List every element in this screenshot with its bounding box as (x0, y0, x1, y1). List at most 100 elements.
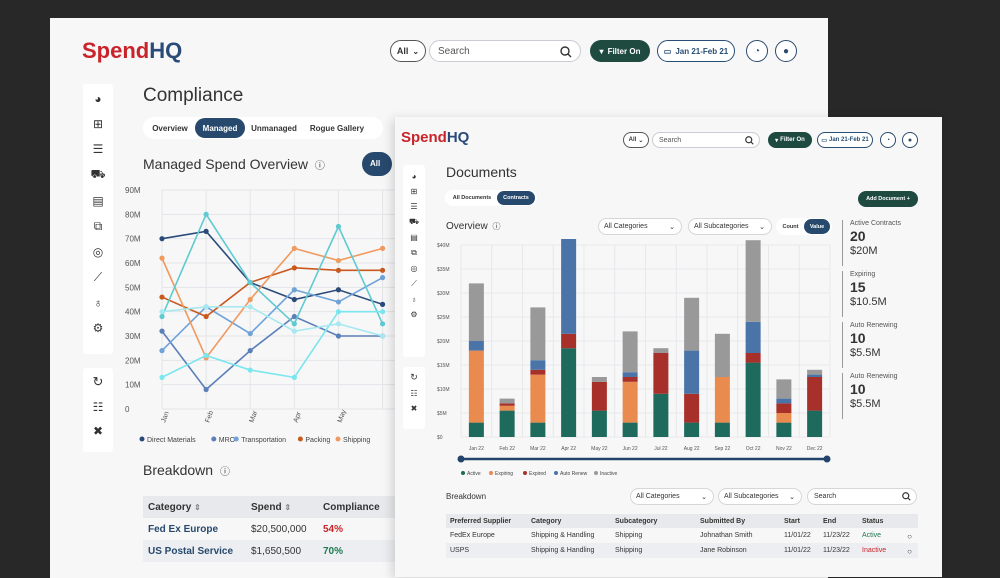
col-status[interactable]: Status (862, 514, 918, 528)
sort-icon[interactable]: ⇕ (284, 503, 291, 512)
add-document-button[interactable]: Add Document + (858, 191, 918, 207)
filter-button-label: Filter On (607, 46, 641, 56)
gear-icon[interactable]: ⚙ (410, 310, 417, 319)
col-submitted-by[interactable]: Submitted By (700, 514, 784, 528)
data-point (159, 348, 165, 354)
spendhq-logo[interactable]: SpendHQ (82, 38, 182, 64)
x-tick-label: Dec 22 (807, 446, 823, 452)
categories-dropdown-label: All Categories (604, 223, 648, 230)
table-row[interactable]: USPS Shipping & Handling Shipping Jane R… (446, 543, 918, 558)
table-row[interactable]: Fed Ex Europe $20,500,000 54% (143, 518, 403, 540)
tab-overview[interactable]: Overview (145, 118, 195, 138)
col-compliance[interactable]: Compliance (323, 496, 403, 518)
stat-card: Active Contracts 20 $20M (842, 220, 932, 266)
sort-icon[interactable]: ⇕ (194, 503, 201, 512)
row-action-icon[interactable]: ○ (907, 547, 912, 556)
toggle-value[interactable]: Value (804, 219, 830, 234)
y-tick-label: 0 (125, 405, 130, 414)
user-avatar-icon[interactable]: ● (902, 132, 918, 148)
stat-card: Auto Renewing 10 $5.5M (842, 373, 932, 419)
tab-unmanaged[interactable]: Unmanaged (245, 118, 303, 138)
search-icon[interactable] (560, 46, 572, 58)
table-row[interactable]: FedEx Europe Shipping & Handling Shippin… (446, 528, 918, 543)
data-point (247, 279, 253, 286)
gear-icon[interactable]: ⚙ (93, 321, 104, 335)
info-icon[interactable]: ⓘ (492, 222, 500, 231)
spendhq-logo[interactable]: SpendHQ (401, 129, 469, 146)
trend-icon[interactable]: ⟋ (411, 279, 417, 289)
date-range-label: Jan 21-Feb 21 (828, 137, 869, 143)
cell-category[interactable]: US Postal Service (143, 540, 251, 562)
filter-button[interactable]: ▾ Filter On (768, 132, 812, 148)
breakdown-categories-dropdown[interactable]: All Categories ⌄ (630, 488, 714, 505)
bell-icon[interactable]: ◔ (746, 40, 768, 62)
bell-icon[interactable]: ◔ (880, 132, 896, 148)
bar-segment (622, 381, 638, 423)
tab-rogue-gallery[interactable]: Rogue Gallery (303, 118, 371, 138)
search-icon[interactable] (745, 136, 754, 145)
copy-icon[interactable]: ⧉ (94, 219, 103, 234)
filter-button[interactable]: ▾ Filter On (590, 40, 650, 62)
col-end[interactable]: End (823, 514, 862, 528)
dashboard-icon[interactable]: ◕ (412, 172, 417, 181)
tab-contracts[interactable]: Contracts (497, 191, 535, 205)
categories-dropdown[interactable]: All Categories ⌄ (598, 218, 682, 235)
col-subcategory[interactable]: Subcategory (615, 514, 700, 528)
bar-segment (684, 393, 700, 423)
data-point (335, 299, 342, 305)
info-icon[interactable]: ⓘ (220, 467, 230, 478)
col-start[interactable]: Start (784, 514, 823, 528)
date-range-button[interactable]: ▭ Jan 21-Feb 21 (817, 132, 873, 148)
date-range-button[interactable]: ▭ Jan 21-Feb 21 (657, 40, 735, 62)
id-card-icon[interactable]: ▤ (410, 233, 418, 242)
list-icon[interactable]: ☰ (410, 202, 417, 211)
toggle-count[interactable]: Count (777, 219, 804, 234)
tab-all-documents[interactable]: All Documents (447, 191, 497, 205)
cell-category[interactable]: Fed Ex Europe (143, 518, 251, 540)
legend-swatch (523, 471, 527, 475)
tools-icon[interactable]: ✖ (411, 404, 418, 413)
refresh-icon[interactable]: ↻ (410, 372, 418, 383)
cell-supplier: USPS (450, 547, 470, 554)
tab-managed[interactable]: Managed (195, 118, 245, 138)
x-tick-label: Jun 22 (623, 446, 638, 452)
lightbulb-icon[interactable]: ♁ (411, 295, 417, 304)
breakdown-search-input[interactable]: Search (807, 488, 917, 505)
col-preferred-supplier[interactable]: Preferred Supplier (446, 514, 531, 528)
info-icon[interactable]: ⓘ (315, 161, 325, 172)
row-action-icon[interactable]: ○ (907, 532, 912, 541)
refresh-icon[interactable]: ↻ (93, 374, 104, 390)
tools-icon[interactable]: ✖ (93, 424, 103, 438)
truck-icon[interactable]: ⛟ (409, 217, 419, 227)
search-input[interactable]: Search (429, 40, 581, 62)
data-point (379, 275, 386, 281)
cell-compliance: 54% (323, 523, 344, 535)
database-icon[interactable]: ☷ (93, 400, 104, 414)
table-row[interactable]: US Postal Service $1,650,500 70% (143, 540, 403, 562)
all-filter-chip[interactable]: All (362, 152, 392, 176)
target-icon[interactable]: ◎ (93, 245, 103, 259)
scope-dropdown[interactable]: All ⌄ (623, 132, 649, 148)
truck-icon[interactable]: ⛟ (90, 167, 105, 183)
col-spend[interactable]: Spend ⇕ (251, 496, 323, 518)
search-input[interactable]: Search (652, 132, 760, 148)
apps-icon[interactable]: ⊞ (411, 187, 418, 196)
id-card-icon[interactable]: ▤ (92, 194, 103, 208)
scope-dropdown[interactable]: All ⌄ (390, 40, 426, 62)
apps-icon[interactable]: ⊞ (93, 117, 103, 131)
trend-icon[interactable]: ⟋ (94, 270, 102, 285)
dashboard-icon[interactable]: ◕ (94, 92, 101, 106)
lightbulb-icon[interactable]: ♁ (94, 296, 103, 310)
subcategories-dropdown[interactable]: All Subcategories ⌄ (688, 218, 772, 235)
legend-label: Active (467, 471, 481, 477)
breakdown-subcategories-dropdown[interactable]: All Subcategories ⌄ (718, 488, 802, 505)
y-tick-label: 40M (125, 308, 141, 317)
search-icon[interactable] (902, 492, 911, 501)
col-category[interactable]: Category ⇕ (143, 496, 251, 518)
database-icon[interactable]: ☷ (410, 389, 417, 398)
list-icon[interactable]: ☰ (93, 142, 104, 156)
target-icon[interactable]: ◎ (411, 264, 418, 273)
copy-icon[interactable]: ⧉ (411, 248, 417, 258)
user-avatar-icon[interactable]: ● (775, 40, 797, 62)
col-category[interactable]: Category (531, 514, 615, 528)
